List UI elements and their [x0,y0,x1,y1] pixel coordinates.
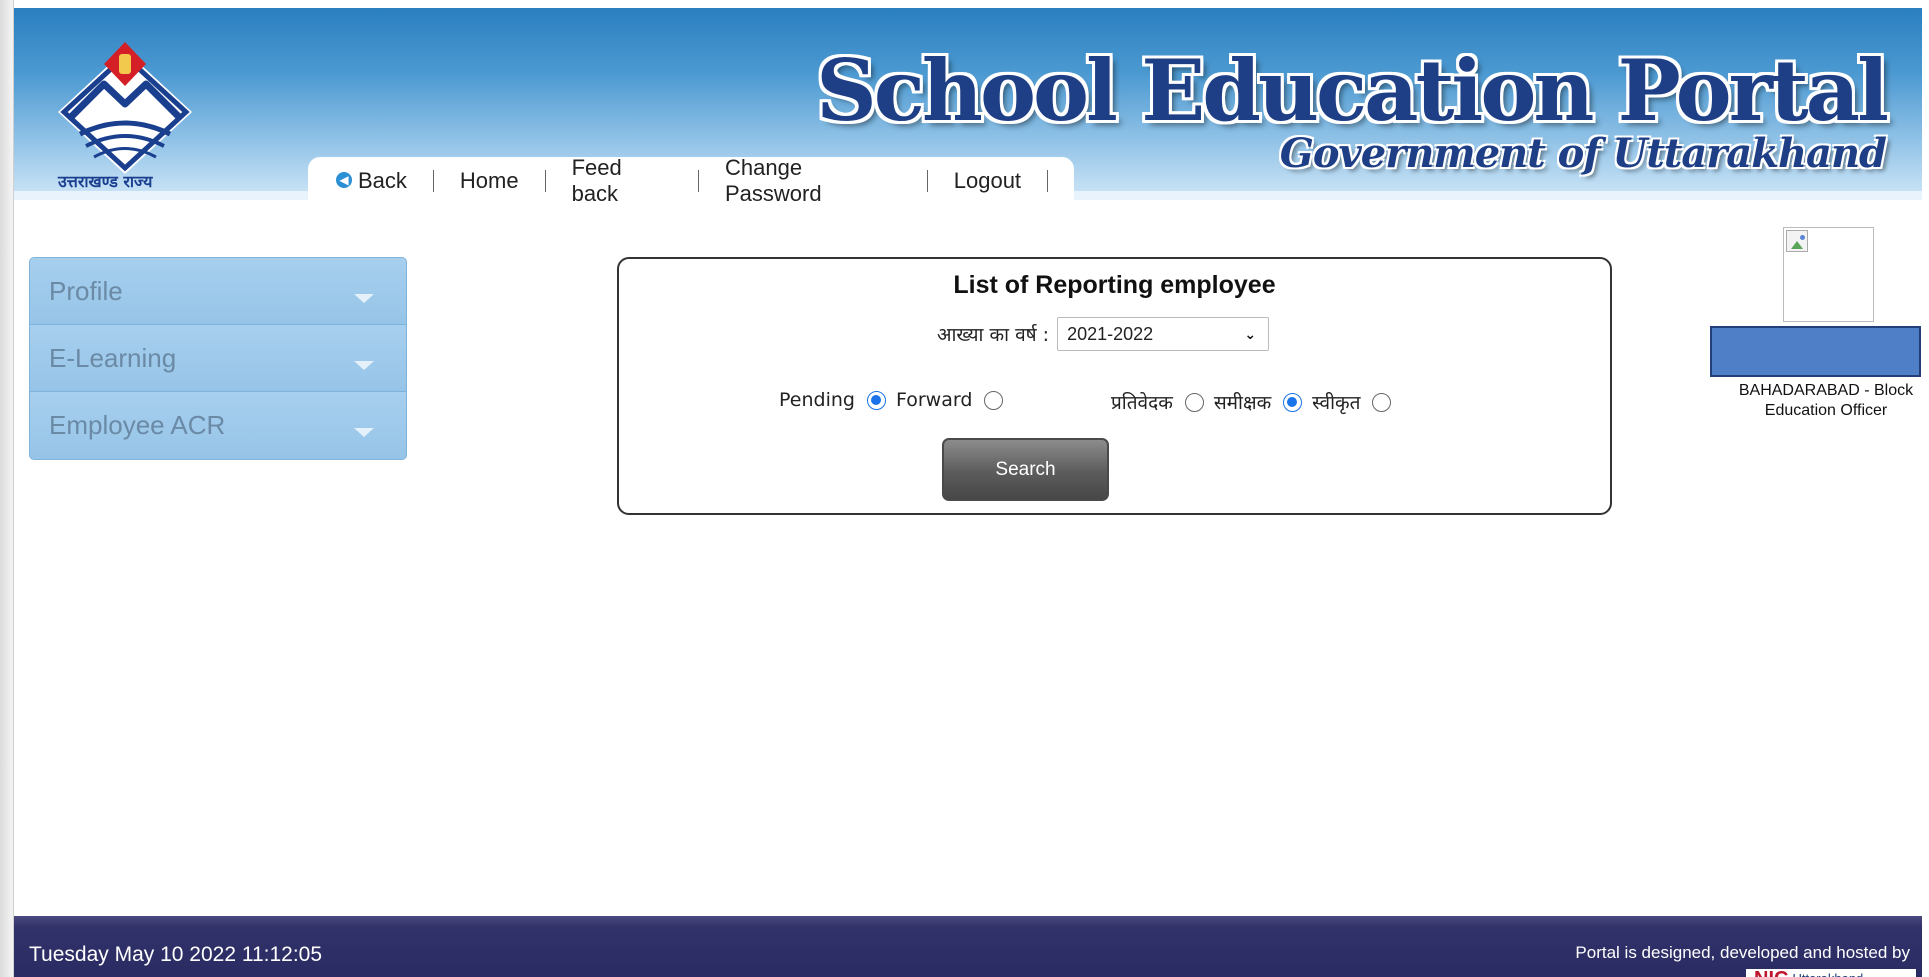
page: उत्तराखण्ड राज्य ◀ Back Home Feed back C… [0,0,1929,977]
title-block: School Education Portal Government of Ut… [816,41,1889,178]
sidebar-menu: Profile E-Learning Employee ACR [29,257,407,460]
nav-divider [544,169,546,192]
reporter-radio[interactable] [1184,392,1204,412]
pending-label: Pending [779,389,855,411]
header: उत्तराखण्ड राज्य ◀ Back Home Feed back C… [14,8,1922,206]
left-edge [0,0,14,977]
year-label: आख्या का वर्ष : [937,324,1050,346]
reviewer-label: समीक्षक [1213,392,1272,414]
accepted-radio[interactable] [1372,392,1392,412]
nav-divider [432,169,434,192]
footer-credit: Portal is designed, developed and hosted… [1575,943,1910,962]
back-link[interactable]: ◀ Back [336,168,407,194]
year-row: आख्या का वर्ष : 2021-2022 ⌄ [937,317,1270,351]
accepted-label: स्वीकृत [1312,392,1361,414]
search-button[interactable]: Search [942,438,1109,501]
forward-radio[interactable] [984,390,1004,410]
reporter-label: प्रतिवेदक [1111,392,1173,414]
sidebar-item-label: Profile [49,275,123,306]
reviewer-radio[interactable] [1283,392,1303,412]
site-title: School Education Portal [816,41,1889,140]
profile-designation: BAHADARABAD - Block Education Officer [1738,382,1914,419]
top-line [14,0,1929,8]
role-radio-group: प्रतिवेदक समीक्षक स्वीकृत [1111,389,1401,415]
broken-image-icon [1786,230,1808,252]
sidebar-item-label: E-Learning [49,342,177,373]
reporting-employee-panel: List of Reporting employee आख्या का वर्ष… [617,257,1612,515]
logo-caption: उत्तराखण्ड राज्य [58,172,153,191]
sidebar-item-employee-acr[interactable]: Employee ACR [30,392,406,459]
sidebar-item-e-learning[interactable]: E-Learning [30,325,406,392]
forward-label: Forward [895,389,973,411]
back-label: Back [358,167,407,193]
year-select-value: 2021-2022 [1067,323,1154,344]
chevron-down-icon [354,361,374,370]
nav-divider [698,169,699,192]
home-link[interactable]: Home [460,168,519,194]
profile-name-bar [1710,326,1921,377]
chevron-down-icon [354,428,374,437]
profile-photo [1783,227,1874,322]
feedback-link[interactable]: Feed back [572,155,672,207]
year-select[interactable]: 2021-2022 ⌄ [1057,317,1270,351]
nic-sub-label: Uttarakhand [1792,969,1863,977]
sidebar-item-label: Employee ACR [49,410,226,440]
chevron-down-icon: ⌄ [1244,325,1257,342]
panel-title: List of Reporting employee [953,271,1276,299]
footer: Tuesday May 10 2022 11:12:05 Portal is d… [14,916,1922,977]
nic-logo[interactable]: NIC Uttarakhand [1746,969,1916,977]
footer-datetime: Tuesday May 10 2022 11:12:05 [29,943,323,966]
chevron-down-icon [354,294,374,303]
back-arrow-icon: ◀ [336,171,352,188]
sidebar-item-profile[interactable]: Profile [30,258,406,325]
pending-radio[interactable] [866,390,886,410]
status-radio-group: Pending Forward [779,389,1013,411]
nic-label: NIC [1754,969,1788,977]
